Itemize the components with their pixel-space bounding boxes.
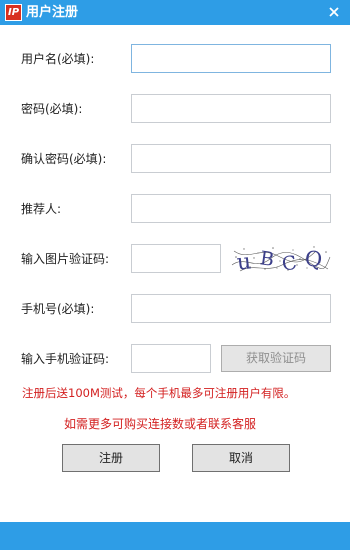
- cancel-button[interactable]: 取消: [192, 444, 290, 472]
- confirm-password-input[interactable]: [131, 144, 331, 173]
- captcha-input[interactable]: [131, 244, 221, 273]
- registration-form: 用户名(必填): 密码(必填): 确认密码(必填): 推荐人: 输入图片验证码:: [0, 25, 350, 522]
- confirm-password-label: 确认密码(必填):: [21, 152, 107, 166]
- get-sms-code-button[interactable]: 获取验证码: [221, 345, 331, 372]
- app-logo-icon: IP: [5, 4, 22, 21]
- phone-input[interactable]: [131, 294, 331, 323]
- close-icon[interactable]: [326, 4, 342, 20]
- password-input[interactable]: [131, 94, 331, 123]
- captcha-label: 输入图片验证码:: [21, 252, 110, 266]
- username-input[interactable]: [131, 44, 331, 73]
- title-bar: IP 用户注册: [0, 0, 350, 25]
- referrer-input[interactable]: [131, 194, 331, 223]
- sms-code-label: 输入手机验证码:: [21, 352, 110, 366]
- window-title: 用户注册: [26, 5, 79, 20]
- password-label: 密码(必填):: [21, 102, 83, 116]
- bottom-bar: [0, 522, 350, 550]
- phone-label: 手机号(必填):: [21, 302, 95, 316]
- referrer-label: 推荐人:: [21, 202, 62, 216]
- svg-text:u: u: [236, 249, 253, 274]
- sms-code-input[interactable]: [131, 344, 211, 373]
- purchase-notice: 如需更多可购买连接数或者联系客服: [64, 417, 257, 431]
- register-button[interactable]: 注册: [62, 444, 160, 472]
- username-label: 用户名(必填):: [21, 52, 95, 66]
- registration-notice: 注册后送100M测试，每个手机最多可注册用户有限。: [22, 386, 296, 400]
- captcha-image[interactable]: u B C Q: [230, 243, 332, 276]
- svg-text:Q: Q: [304, 246, 323, 271]
